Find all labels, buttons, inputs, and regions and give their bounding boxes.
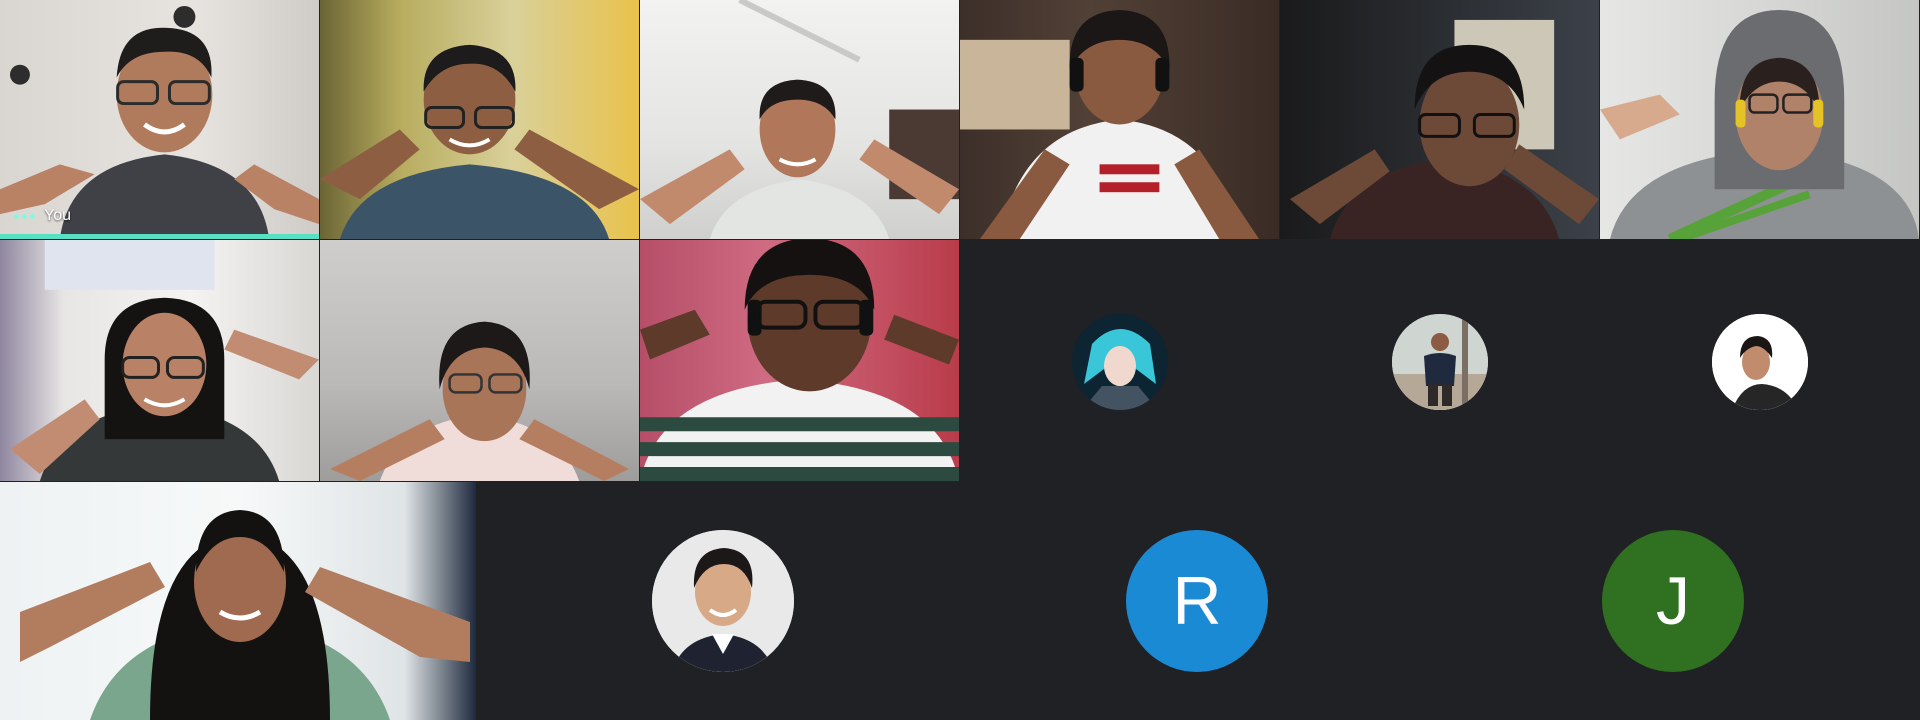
participant-video <box>1289 19 1599 239</box>
participant-avatar-initial-j[interactable]: J <box>1602 530 1744 672</box>
video-tile-participant[interactable] <box>320 0 640 240</box>
participant-avatar-portrait[interactable] <box>1712 314 1808 410</box>
avatar-image <box>1072 314 1168 410</box>
participant-video <box>640 240 959 481</box>
avatar-initial: J <box>1656 563 1690 639</box>
video-tile-participant[interactable] <box>640 240 960 482</box>
participant-avatar-initial-r[interactable]: R <box>1126 530 1268 672</box>
avatar-image <box>1712 314 1808 410</box>
participant-avatar-outdoor[interactable] <box>1392 314 1488 410</box>
participant-video <box>960 9 1260 239</box>
three-dots-icon[interactable] <box>14 213 35 219</box>
video-tile-participant[interactable] <box>1600 0 1920 240</box>
video-call-grid: You R J <box>0 0 1920 720</box>
video-tile-participant[interactable] <box>320 240 640 482</box>
speaking-indicator <box>0 234 319 239</box>
self-name: You <box>44 207 71 224</box>
participant-video <box>1600 9 1919 239</box>
participant-video <box>329 321 630 481</box>
participant-video <box>640 0 959 239</box>
video-tile-participant[interactable] <box>960 0 1280 240</box>
video-tile-participant[interactable] <box>0 240 320 482</box>
video-tile-self[interactable]: You <box>0 0 320 240</box>
avatar-image <box>652 530 794 672</box>
participant-avatar-anime[interactable] <box>1072 314 1168 410</box>
participant-avatar-formal[interactable] <box>652 530 794 672</box>
participant-video <box>0 5 319 239</box>
self-label: You <box>14 207 71 225</box>
video-tile-participant[interactable] <box>0 482 476 720</box>
participant-video <box>20 510 470 720</box>
avatar-initial: R <box>1172 563 1222 639</box>
participant-video <box>9 240 319 481</box>
video-tile-participant[interactable] <box>1280 0 1600 240</box>
participant-video <box>320 44 639 239</box>
avatar-image <box>1392 314 1488 410</box>
video-tile-participant[interactable] <box>640 0 960 240</box>
